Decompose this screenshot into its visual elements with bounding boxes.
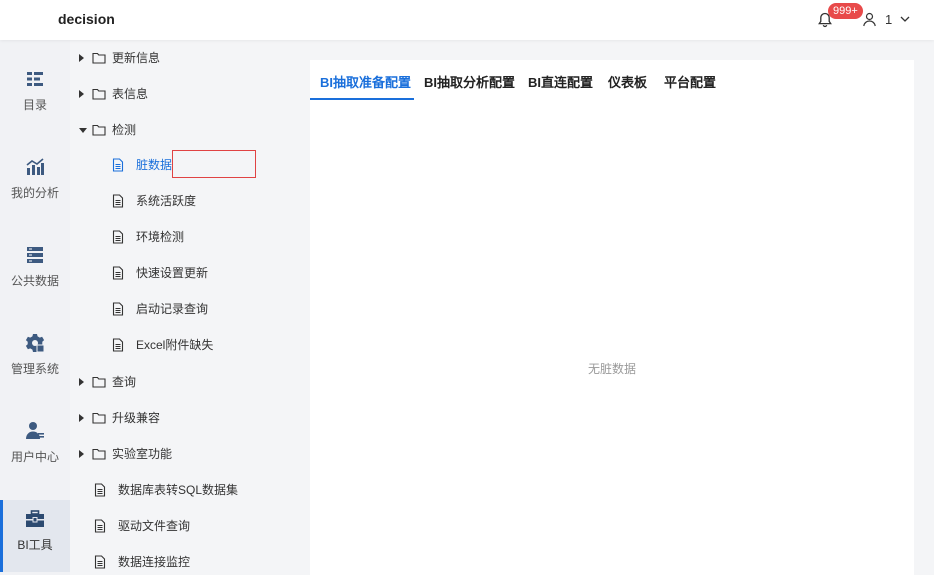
tree-label: 驱动文件查询 [118,519,191,533]
nav-item-my-analysis[interactable]: 我的分析 [0,148,70,220]
nav-label: 公共数据 [10,274,59,288]
notification-badge[interactable]: 999+ [828,3,863,19]
tree-label: 启动记录查询 [136,302,209,316]
nav-label: 用户中心 [10,450,59,464]
tree-folder[interactable]: 更新信息 [79,48,279,68]
tree-folder[interactable]: 查询 [79,372,279,392]
chevron-down-icon[interactable] [899,13,911,25]
document-icon [112,302,124,316]
nav-label: 我的分析 [10,186,59,200]
nav-label: 目录 [22,98,47,112]
tab-bi-extract-analysis[interactable]: BI抽取分析配置 [424,72,515,91]
tree-label: 检测 [112,123,137,137]
top-header: decision 999+ 1 [0,0,934,40]
document-icon [112,158,124,172]
settings-gear-icon [25,334,45,353]
tree-file[interactable]: 数据连接监控 [70,552,290,572]
tree-file[interactable]: 启动记录查询 [70,299,290,319]
nav-item-management[interactable]: 管理系统 [0,324,70,396]
caret-down-icon[interactable] [79,128,87,133]
tree-file[interactable]: 环境检测 [70,227,290,247]
tree-label: 环境检测 [136,230,185,244]
user-center-icon [26,422,44,439]
nav-label: 管理系统 [10,362,59,376]
database-icon [27,247,43,263]
caret-right-icon[interactable] [79,450,84,458]
tab-bi-direct[interactable]: BI直连配置 [528,72,593,91]
folder-icon [92,448,106,460]
tree-label: 快速设置更新 [136,266,209,280]
user-name[interactable]: 1 [885,12,892,27]
tree-label: 数据库表转SQL数据集 [118,483,239,497]
content-card: BI抽取准备配置 BI抽取分析配置 BI直连配置 仪表板 平台配置 无脏数据 [310,60,914,575]
tree-file[interactable]: 系统活跃度 [70,191,290,211]
tree-folder[interactable]: 升级兼容 [79,408,279,428]
caret-right-icon[interactable] [79,414,84,422]
tab-platform-config[interactable]: 平台配置 [664,72,716,91]
folder-icon [92,412,106,424]
tree-panel: 更新信息 表信息 检测 脏数据 系统活跃度 环境检测 快速设置更新 启动记录查询… [70,40,300,575]
tree-label: 系统活跃度 [136,194,197,208]
tree-folder[interactable]: 表信息 [79,84,279,104]
toolbox-icon [26,510,44,527]
tree-file[interactable]: 数据库表转SQL数据集 [70,480,290,500]
nav-item-catalog[interactable]: 目录 [0,60,70,132]
document-icon [112,194,124,208]
tree-label: Excel附件缺失 [136,338,214,352]
tree-file[interactable]: Excel附件缺失 [70,335,290,355]
tree-label: 表信息 [112,87,149,101]
caret-right-icon[interactable] [79,54,84,62]
nav-item-public-data[interactable]: 公共数据 [0,236,70,308]
caret-right-icon[interactable] [79,378,84,386]
tab-dashboard[interactable]: 仪表板 [608,72,647,91]
document-icon [112,338,124,352]
nav-item-bi-tools[interactable]: BI工具 [0,500,70,572]
document-icon [112,230,124,244]
document-icon [94,483,106,497]
document-icon [94,555,106,569]
left-nav: 目录 我的分析 公共数据 管理系统 用户中心 BI工具 [0,40,70,575]
folder-icon [92,52,106,64]
document-icon [112,266,124,280]
tree-file-selected[interactable]: 脏数据 [70,150,290,178]
caret-right-icon[interactable] [79,90,84,98]
analysis-icon [26,158,44,175]
folder-icon [92,88,106,100]
active-tab-indicator [310,98,414,100]
tree-file[interactable]: 驱动文件查询 [70,516,290,536]
catalog-icon [27,72,43,86]
app-title: decision [58,11,115,27]
tree-file[interactable]: 快速设置更新 [70,263,290,283]
tree-label: 实验室功能 [112,447,173,461]
tree-label: 脏数据 [136,158,173,172]
tree-label: 查询 [112,375,137,389]
folder-icon [92,124,106,136]
user-icon[interactable] [862,12,877,27]
tab-bar: BI抽取准备配置 BI抽取分析配置 BI直连配置 仪表板 平台配置 [310,60,914,100]
selection-highlight [172,150,256,178]
folder-icon [92,376,106,388]
tree-folder[interactable]: 实验室功能 [79,444,279,464]
tree-label: 更新信息 [112,51,161,65]
nav-item-user-center[interactable]: 用户中心 [0,412,70,484]
tab-bi-extract-prep[interactable]: BI抽取准备配置 [320,72,411,91]
document-icon [94,519,106,533]
nav-label: BI工具 [17,538,53,552]
tree-label: 数据连接监控 [118,555,191,569]
tree-label: 升级兼容 [112,411,161,425]
empty-state-message: 无脏数据 [587,362,636,376]
tree-folder[interactable]: 检测 [79,120,279,140]
